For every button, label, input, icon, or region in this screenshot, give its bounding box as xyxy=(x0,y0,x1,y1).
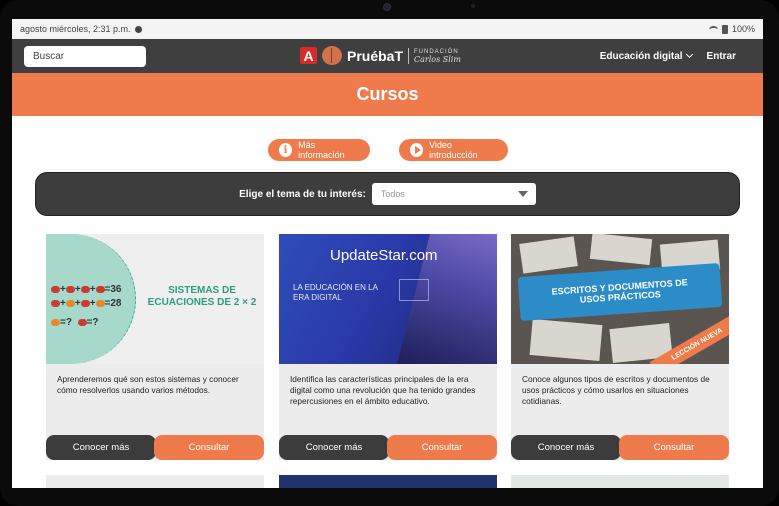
learn-more-button[interactable]: Conocer más xyxy=(279,435,389,460)
tablet-frame: agosto miércoles, 2:31 p.m. 100% A Pruéb… xyxy=(0,0,779,506)
camera-icon xyxy=(383,3,391,11)
foundation-logo: FUNDACIÓN Carlos Slim xyxy=(414,48,461,64)
brand-divider xyxy=(408,47,410,64)
equation-line: =? =? xyxy=(51,317,98,328)
course-thumbnail[interactable]: ESCRITOS Y DOCUMENTOS DE USOS PRÁCTICOS … xyxy=(511,234,729,364)
paper-shape xyxy=(529,319,603,361)
course-thumbnail[interactable]: UpdateStar.com LA EDUCACIÓN EN LA ERA DI… xyxy=(279,234,497,364)
wifi-icon xyxy=(708,25,718,33)
course-card-peek xyxy=(279,475,497,488)
page-header: Cursos xyxy=(12,73,763,116)
brain-icon xyxy=(322,46,342,65)
notification-icon xyxy=(134,25,142,33)
equation-line: + + + =36 xyxy=(51,284,122,295)
learn-more-button[interactable]: Conocer más xyxy=(511,435,621,460)
status-bar: agosto miércoles, 2:31 p.m. 100% xyxy=(12,19,763,39)
course-card: ESCRITOS Y DOCUMENTOS DE USOS PRÁCTICOS … xyxy=(511,234,729,460)
course-description: Conoce algunos tipos de escritos y docum… xyxy=(522,374,710,406)
topic-select[interactable]: Todos xyxy=(371,183,536,205)
brand-name: PruébaT xyxy=(347,47,404,64)
course-card-peek xyxy=(46,475,264,488)
top-nav: A PruébaT FUNDACIÓN Carlos Slim Educació… xyxy=(12,39,763,73)
learn-more-button[interactable]: Conocer más xyxy=(46,435,156,460)
play-icon xyxy=(410,143,424,157)
filter-label: Elige el tema de tu interés: xyxy=(239,188,366,200)
digital-education-menu[interactable]: Educación digital xyxy=(600,50,693,62)
thumb-title: SISTEMAS DE ECUACIONES DE 2 × 2 xyxy=(147,285,257,308)
paper-shape xyxy=(589,234,653,266)
book-icon xyxy=(399,279,429,301)
consult-button[interactable]: Consultar xyxy=(619,435,729,460)
thumb-banner: ESCRITOS Y DOCUMENTOS DE USOS PRÁCTICOS xyxy=(517,263,723,321)
caret-down-icon xyxy=(517,191,528,197)
search-input[interactable] xyxy=(24,45,146,67)
course-thumbnail[interactable]: + + + =36 + + + =28 =? =? SISTEMAS DE ECUACION… xyxy=(46,234,264,364)
brand-logo[interactable]: A PruébaT FUNDACIÓN Carlos Slim xyxy=(300,46,461,65)
equation-line: + + + =28 xyxy=(51,298,122,309)
battery-icon xyxy=(721,24,728,34)
video-intro-button[interactable]: Video introducción xyxy=(399,139,508,161)
course-description: Identifica las características principal… xyxy=(290,374,476,406)
sensor-icon xyxy=(471,4,475,8)
info-icon: i xyxy=(279,143,293,157)
chevron-down-icon xyxy=(685,50,693,59)
thumb-title: ESCRITOS Y DOCUMENTOS DE USOS PRÁCTICOS xyxy=(551,277,689,305)
login-link[interactable]: Entrar xyxy=(707,51,736,62)
topic-filter: Elige el tema de tu interés: Todos xyxy=(35,172,740,216)
battery-level: 100% xyxy=(731,24,755,34)
thumb-title: LA EDUCACIÓN EN LA ERA DIGITAL xyxy=(293,283,378,302)
paper-shape xyxy=(519,236,578,274)
action-buttons: i Más información Video introducción xyxy=(12,139,763,161)
page-title: Cursos xyxy=(356,84,419,104)
more-info-button[interactable]: i Más información xyxy=(268,139,370,161)
aprende-logo-icon: A xyxy=(300,47,317,64)
watermark: UpdateStar.com xyxy=(330,247,438,264)
course-description: Aprenderemos qué son estos sistemas y co… xyxy=(57,374,239,395)
consult-button[interactable]: Consultar xyxy=(387,435,497,460)
consult-button[interactable]: Consultar xyxy=(154,435,264,460)
screen: agosto miércoles, 2:31 p.m. 100% A Pruéb… xyxy=(12,19,763,488)
course-card-peek xyxy=(511,475,729,488)
course-card: + + + =36 + + + =28 =? =? SISTEMAS DE ECUACION… xyxy=(46,234,264,460)
course-card: UpdateStar.com LA EDUCACIÓN EN LA ERA DI… xyxy=(279,234,497,460)
status-time: agosto miércoles, 2:31 p.m. xyxy=(20,24,131,34)
